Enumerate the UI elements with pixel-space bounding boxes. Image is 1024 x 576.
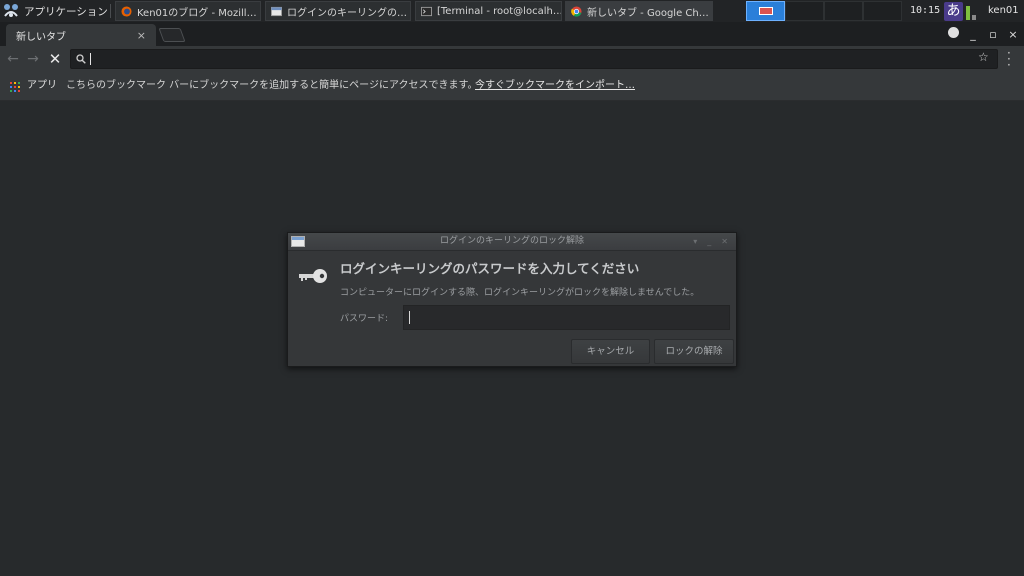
task-firefox-blog[interactable]: Ken01のブログ - Mozill… xyxy=(115,1,261,21)
applications-menu-label: アプリケーション xyxy=(24,5,108,18)
task-terminal[interactable]: [Terminal - root@localh… xyxy=(415,1,562,21)
panel-clock[interactable]: 10:15 xyxy=(910,0,940,22)
network-signal-icon[interactable] xyxy=(966,4,978,20)
workspace-2[interactable] xyxy=(785,1,824,21)
bookmarks-bar-message: こちらのブックマーク バーにブックマークを追加すると簡単にページにアクセスできま… xyxy=(66,80,478,91)
task-chrome-new-tab[interactable]: 新しいタブ - Google Ch… xyxy=(565,1,713,21)
ime-indicator[interactable]: あ xyxy=(944,2,963,21)
more-menu-icon[interactable]: · · · xyxy=(1007,47,1013,71)
back-arrow-icon[interactable]: ← xyxy=(4,50,22,68)
dialog-heading: ログインキーリングのパスワードを入力してください xyxy=(340,261,640,276)
search-icon xyxy=(76,54,86,64)
dialog-close-icon[interactable]: ✕ xyxy=(721,233,728,250)
workspace-switcher xyxy=(746,1,902,21)
firefox-icon xyxy=(121,5,132,17)
text-cursor xyxy=(90,53,91,65)
task-label: [Terminal - root@localh… xyxy=(437,5,562,17)
top-panel: アプリケーション Ken01のブログ - Mozill… ログインのキーリングの… xyxy=(0,0,1024,23)
new-tab-button[interactable] xyxy=(158,28,186,42)
workspace-1[interactable] xyxy=(746,1,785,21)
xfce-logo-icon xyxy=(4,4,18,17)
bookmarks-bar: アプリ こちらのブックマーク バーにブックマークを追加すると簡単にページにアクセ… xyxy=(0,72,1024,101)
cancel-button[interactable]: キャンセル xyxy=(571,339,650,364)
dialog-titlebar[interactable]: ログインのキーリングのロック解除 ▾ _ ✕ xyxy=(288,233,736,251)
password-label: パスワード: xyxy=(340,314,389,324)
omnibox-input[interactable] xyxy=(89,51,973,67)
terminal-icon xyxy=(421,6,432,16)
unlock-button[interactable]: ロックの解除 xyxy=(654,339,734,364)
forward-arrow-icon[interactable]: → xyxy=(24,50,42,68)
minimize-button[interactable]: _ xyxy=(968,28,978,41)
applications-menu-button[interactable]: アプリケーション xyxy=(2,0,108,22)
tab-title: 新しいタブ xyxy=(16,31,66,43)
tab-new-tab[interactable]: 新しいタブ × xyxy=(6,24,156,46)
text-cursor xyxy=(409,311,410,324)
task-keyring-dialog[interactable]: ログインのキーリングの… xyxy=(265,1,411,21)
dialog-window-controls: ▾ _ ✕ xyxy=(693,233,728,250)
window-icon xyxy=(271,6,282,16)
dialog-title: ログインのキーリングのロック解除 xyxy=(439,236,584,246)
browser-tab-strip: 新しいタブ × xyxy=(0,22,1024,46)
task-label: 新しいタブ - Google Ch… xyxy=(587,7,709,19)
browser-toolbar: ← → ✕ ☆ · · · xyxy=(0,46,1024,72)
keyring-unlock-dialog: ログインのキーリングのロック解除 ▾ _ ✕ ログインキーリングのパスワードを入… xyxy=(287,232,737,367)
dialog-shade-icon[interactable]: ▾ xyxy=(693,233,697,250)
import-bookmarks-link[interactable]: 今すぐブックマークをインポート… xyxy=(475,72,635,100)
key-icon xyxy=(299,269,327,283)
workspace-window-thumbnail xyxy=(759,7,773,15)
apps-grid-icon[interactable] xyxy=(10,82,20,92)
task-label: Ken01のブログ - Mozill… xyxy=(137,7,257,19)
maximize-button[interactable]: ▫ xyxy=(988,28,998,41)
dialog-description: コンピューターにログインする際、ログインキーリングがロックを解除しませんでした。 xyxy=(340,288,700,298)
task-label: ログインのキーリングの… xyxy=(287,7,407,19)
user-menu[interactable]: ken01 xyxy=(988,0,1019,22)
chrome-icon xyxy=(571,5,582,17)
window-controls: _ ▫ × xyxy=(948,22,1018,46)
workspace-4[interactable] xyxy=(863,1,902,21)
panel-separator xyxy=(110,4,111,18)
bookmark-star-icon[interactable]: ☆ xyxy=(978,50,989,64)
tab-close-icon[interactable]: × xyxy=(137,29,146,42)
bookmark-apps[interactable]: アプリ xyxy=(27,72,57,100)
profile-icon[interactable] xyxy=(948,27,959,41)
stop-loading-icon[interactable]: ✕ xyxy=(46,50,64,68)
dialog-minimize-icon[interactable]: _ xyxy=(707,233,711,250)
workspace-3[interactable] xyxy=(824,1,863,21)
password-field[interactable] xyxy=(403,305,730,330)
close-button[interactable]: × xyxy=(1008,28,1018,41)
omnibox[interactable] xyxy=(70,49,998,69)
